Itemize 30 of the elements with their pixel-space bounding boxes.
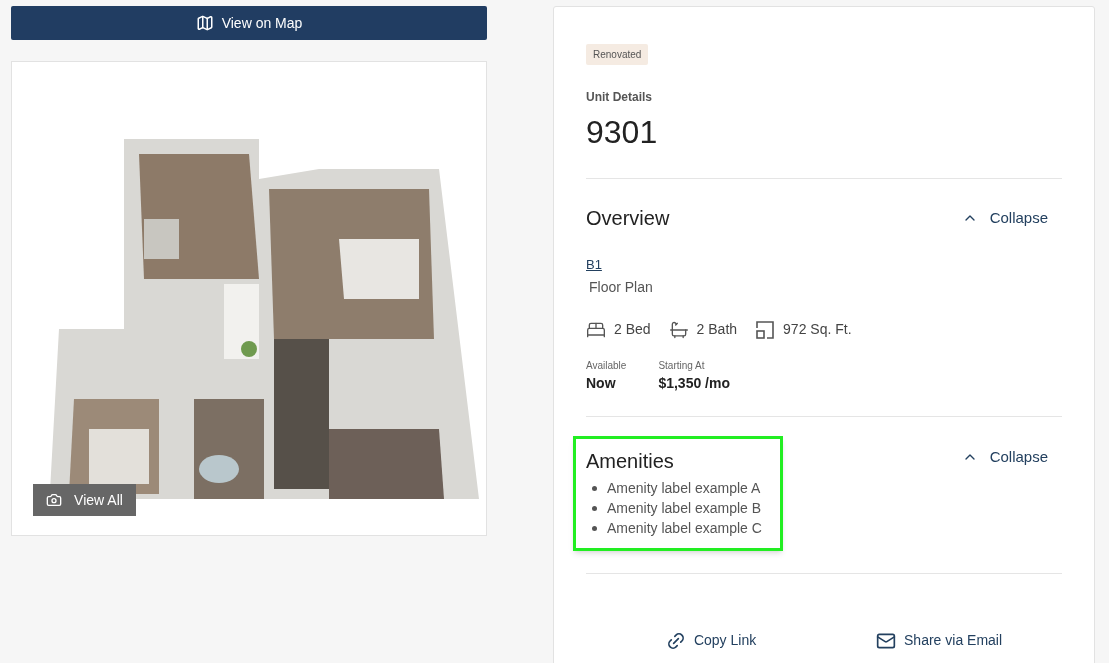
fact-label: Available	[586, 359, 627, 373]
floor-plan-label: Floor Plan	[589, 278, 654, 297]
copy-link-button[interactable]: Copy Link	[665, 630, 757, 651]
unit-details-label: Unit Details	[586, 89, 653, 106]
renovated-badge: Renovated	[586, 44, 649, 65]
view-all-button[interactable]: View All	[33, 484, 136, 516]
collapse-button[interactable]: Collapse	[961, 206, 1048, 230]
fact-value: Now	[586, 374, 617, 393]
bullet-icon	[592, 505, 597, 511]
fact-value: $1,350 /mo	[658, 374, 730, 393]
camera-icon	[46, 492, 63, 508]
bullet-icon	[592, 525, 597, 531]
floor-plan-link[interactable]: B1	[586, 255, 602, 275]
unit-number: 9301	[586, 113, 659, 152]
fact-label: Starting At	[658, 359, 706, 373]
share-email-button[interactable]: Share via Email	[876, 630, 1003, 651]
amenities-heading: Amenities	[586, 449, 675, 474]
square-footage-icon	[755, 319, 776, 340]
map-icon	[195, 14, 214, 32]
feature-text: 2 Bed	[614, 320, 651, 339]
feature-text: 972 Sq. Ft.	[783, 320, 852, 339]
overview-heading: Overview	[586, 206, 670, 231]
feature-text: 2 Bath	[696, 320, 738, 339]
amenity-item: Amenity label example C	[607, 518, 762, 538]
bathtub-icon	[668, 319, 689, 340]
amenity-item: Amenity label example A	[607, 478, 761, 498]
view-on-map-button[interactable]: View on Map	[11, 6, 487, 40]
collapse-button[interactable]: Collapse	[961, 446, 1048, 469]
amenity-item: Amenity label example B	[607, 498, 762, 518]
bullet-icon	[592, 485, 597, 491]
